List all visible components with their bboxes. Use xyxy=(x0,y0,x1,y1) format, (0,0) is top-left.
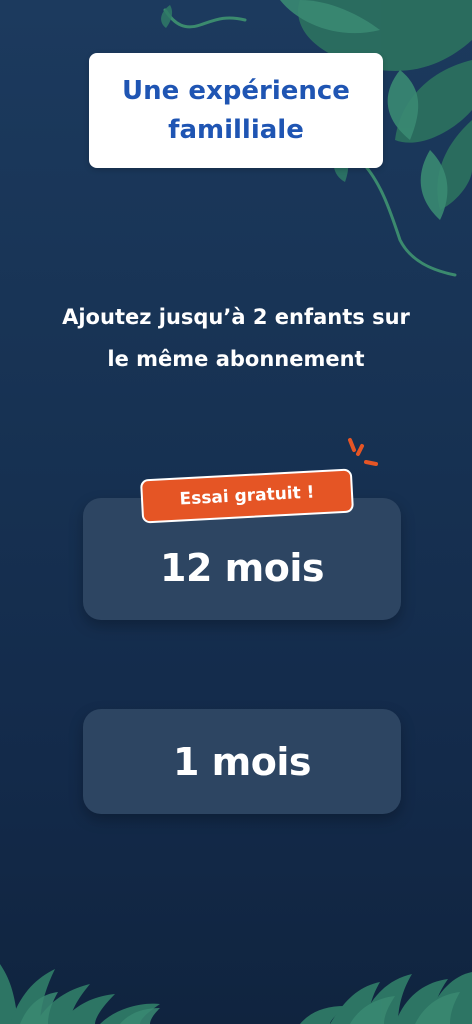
subtitle: Ajoutez jusqu’à 2 enfants sur le même ab… xyxy=(20,296,452,380)
grass-foliage-icon xyxy=(0,964,472,1024)
sparkle-lines-icon xyxy=(348,438,378,466)
page-title: Une expérience familliale xyxy=(122,75,350,145)
subtitle-line-2: le même abonnement xyxy=(107,347,365,371)
plan-1-month-label: 1 mois xyxy=(172,739,312,784)
title-card: Une expérience familliale xyxy=(89,53,383,168)
plan-12-months-label: 12 mois xyxy=(160,546,324,590)
plan-1-month-button[interactable]: 1 mois xyxy=(83,709,401,814)
paywall-screen: Une expérience familliale Ajoutez jusqu’… xyxy=(0,0,472,1024)
subtitle-line-1: Ajoutez jusqu’à 2 enfants sur xyxy=(62,305,410,329)
